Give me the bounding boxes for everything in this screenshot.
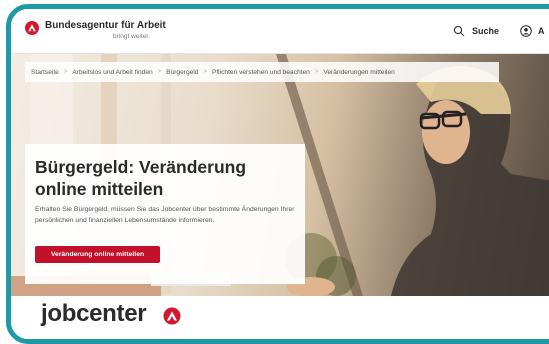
chevron-right-icon: > bbox=[203, 69, 207, 75]
brand-name[interactable]: Bundesagentur für Arbeit bbox=[45, 20, 166, 31]
screenshot-frame: Bundesagentur für Arbeit bringt weiter. … bbox=[6, 4, 549, 344]
hero-section: Startseite > Arbeitslos und Arbeit finde… bbox=[11, 54, 549, 296]
search-button[interactable]: Suche bbox=[472, 26, 499, 36]
site-header: Bundesagentur für Arbeit bringt weiter. … bbox=[11, 9, 549, 54]
search-icon[interactable] bbox=[453, 25, 465, 37]
jobcenter-wordmark: jobcenter bbox=[41, 300, 147, 327]
jobcenter-section: jobcenter bbox=[11, 296, 549, 339]
breadcrumb-item-current: Veränderungen mitteilen bbox=[323, 68, 395, 76]
report-change-button[interactable]: Veränderung online mitteilen bbox=[35, 246, 160, 263]
breadcrumb-item-home[interactable]: Startseite bbox=[31, 69, 59, 76]
user-icon[interactable] bbox=[520, 25, 532, 37]
breadcrumb-item-arbeitslos[interactable]: Arbeitslos und Arbeit finden bbox=[72, 69, 152, 76]
breadcrumb-item-pflichten[interactable]: Pflichten verstehen und beachten bbox=[212, 69, 310, 76]
breadcrumb-item-buergergeld[interactable]: Bürgergeld bbox=[166, 69, 198, 76]
page-title: Bürgergeld: Veränderung online mitteilen bbox=[35, 157, 247, 199]
jobcenter-logo-icon bbox=[163, 307, 181, 325]
page-description: Erhalten Sie Bürgergeld, müssen Sie das … bbox=[35, 206, 295, 224]
brand-tagline: bringt weiter. bbox=[113, 33, 150, 40]
chevron-right-icon: > bbox=[157, 69, 162, 75]
chevron-right-icon: > bbox=[63, 69, 68, 75]
chevron-right-icon: > bbox=[314, 69, 319, 75]
hero-content-box: Bürgergeld: Veränderung online mitteilen… bbox=[25, 144, 305, 284]
login-button[interactable]: A bbox=[538, 26, 545, 36]
breadcrumb: Startseite > Arbeitslos und Arbeit finde… bbox=[25, 62, 499, 82]
ba-logo-icon[interactable] bbox=[25, 21, 39, 35]
